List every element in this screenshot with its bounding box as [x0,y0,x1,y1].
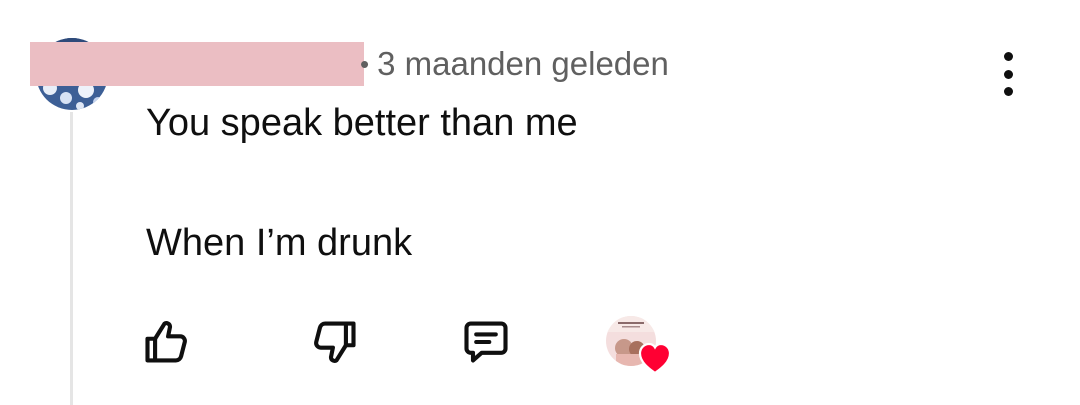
thread-line [70,112,73,405]
more-options-button[interactable] [990,52,1026,96]
creator-heart-badge [606,316,672,374]
comment-text-line-2: When I’m drunk [146,222,413,264]
more-vert-icon [1003,52,1013,61]
like-button[interactable] [141,316,193,368]
comment-text-line-1: You speak better than me [146,102,578,144]
reply-button[interactable] [460,316,512,368]
comment-icon [464,321,508,363]
thumbs-up-icon [145,321,187,363]
meta-separator: • [360,48,370,79]
thumbs-down-icon [314,321,356,363]
comment-timestamp[interactable]: 3 maanden geleden [377,45,669,83]
comment-meta: • 3 maanden geleden [360,44,669,84]
heart-icon [638,342,672,374]
author-name-redacted[interactable] [30,42,364,86]
dislike-button[interactable] [308,316,360,368]
